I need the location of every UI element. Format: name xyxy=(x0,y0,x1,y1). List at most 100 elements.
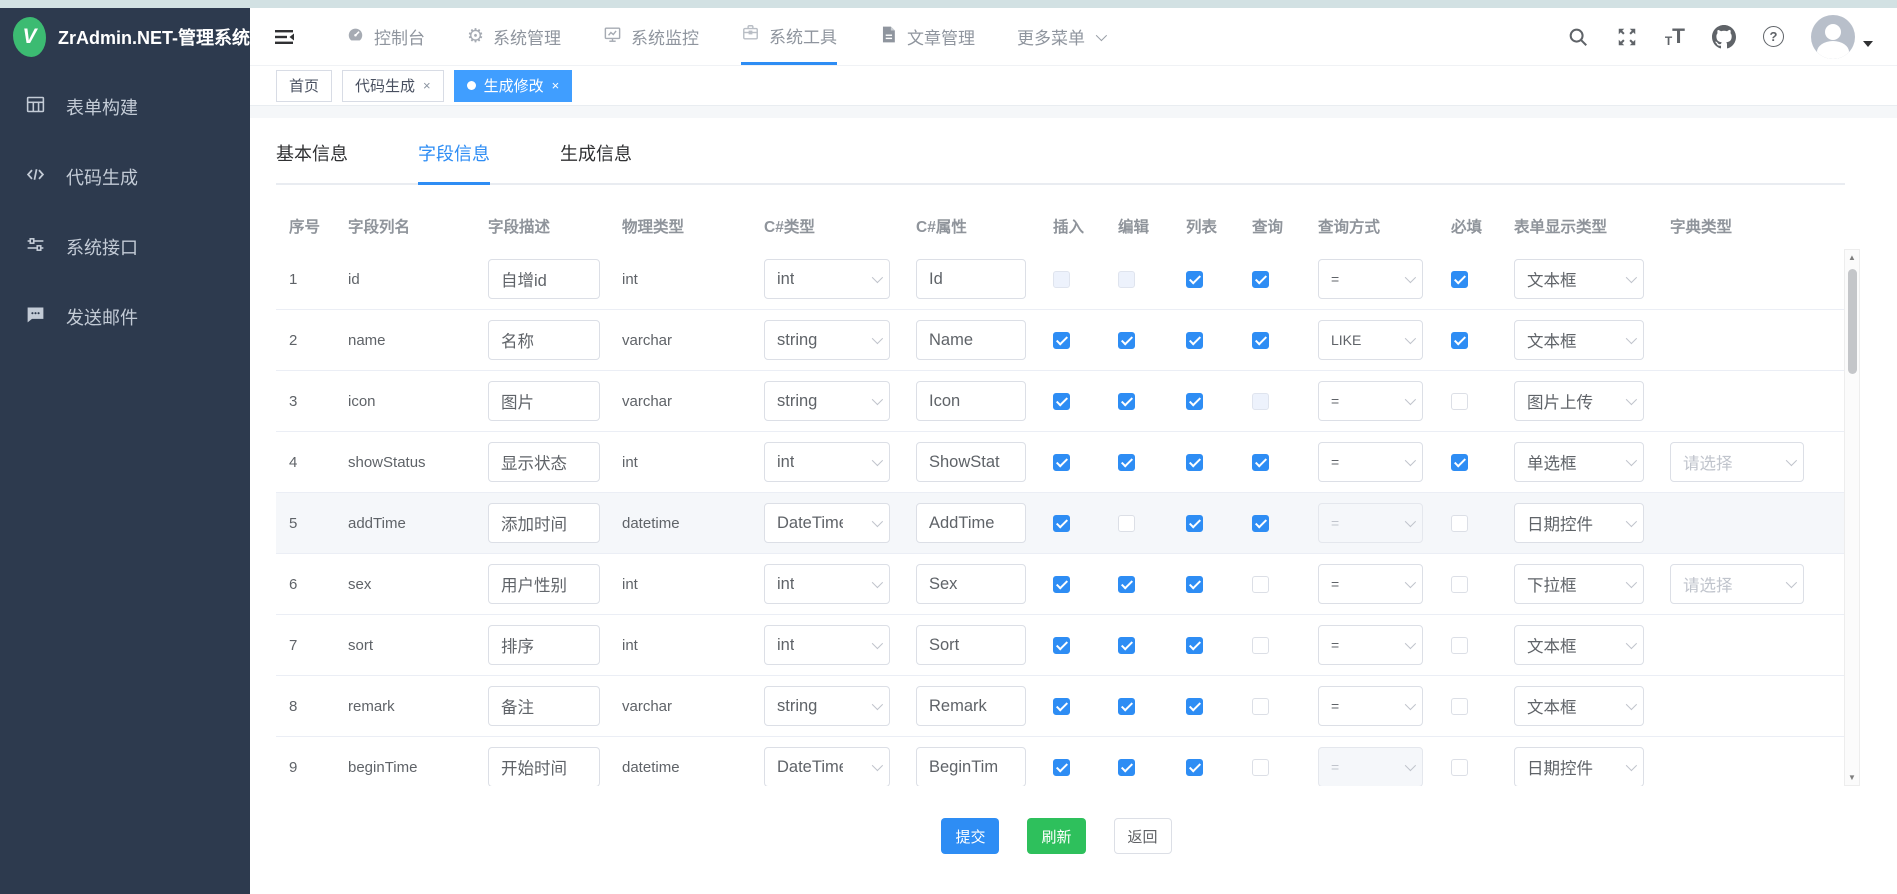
edit-checkbox[interactable] xyxy=(1118,271,1135,288)
desc-input[interactable]: 自增id xyxy=(488,259,600,299)
query-mode-select[interactable]: = xyxy=(1318,564,1423,604)
desc-input[interactable]: 用户性别 xyxy=(488,564,600,604)
sidebar-item-send-mail[interactable]: 发送邮件 xyxy=(0,282,250,352)
user-menu[interactable] xyxy=(1811,15,1873,59)
tab-field-info[interactable]: 字段信息 xyxy=(418,140,490,183)
tag-home[interactable]: 首页 xyxy=(276,70,332,102)
nav-item-system-monitor[interactable]: 系统监控 xyxy=(603,8,699,65)
cs-type-select[interactable]: DateTime xyxy=(764,503,890,543)
tag-generate-edit[interactable]: 生成修改 × xyxy=(454,70,573,102)
query-checkbox[interactable] xyxy=(1252,271,1269,288)
cs-prop-input[interactable]: Sort xyxy=(916,625,1026,665)
display-type-select[interactable]: 日期控件 xyxy=(1514,503,1644,543)
display-type-select[interactable]: 单选框 xyxy=(1514,442,1644,482)
query-checkbox[interactable] xyxy=(1252,515,1269,532)
list-checkbox[interactable] xyxy=(1186,637,1203,654)
nav-item-more-menu[interactable]: 更多菜单 xyxy=(1017,8,1104,65)
scroll-down-icon[interactable]: ▼ xyxy=(1848,773,1856,782)
query-checkbox[interactable] xyxy=(1252,576,1269,593)
edit-checkbox[interactable] xyxy=(1118,332,1135,349)
query-checkbox[interactable] xyxy=(1252,393,1269,410)
cs-prop-input[interactable]: Remark xyxy=(916,686,1026,726)
cs-type-select[interactable]: int xyxy=(764,625,890,665)
submit-button[interactable]: 提交 xyxy=(941,818,999,854)
sidebar-item-code-generate[interactable]: 代码生成 xyxy=(0,142,250,212)
fullscreen-icon[interactable] xyxy=(1616,26,1638,48)
insert-checkbox[interactable] xyxy=(1053,271,1070,288)
desc-input[interactable]: 开始时间 xyxy=(488,747,600,786)
insert-checkbox[interactable] xyxy=(1053,393,1070,410)
cs-type-select[interactable]: string xyxy=(764,320,890,360)
required-checkbox[interactable] xyxy=(1451,332,1468,349)
cs-prop-input[interactable]: BeginTim xyxy=(916,747,1026,786)
query-checkbox[interactable] xyxy=(1252,698,1269,715)
list-checkbox[interactable] xyxy=(1186,393,1203,410)
cs-prop-input[interactable]: Sex xyxy=(916,564,1026,604)
insert-checkbox[interactable] xyxy=(1053,332,1070,349)
sidebar-item-api[interactable]: 系统接口 xyxy=(0,212,250,282)
list-checkbox[interactable] xyxy=(1186,332,1203,349)
query-checkbox[interactable] xyxy=(1252,454,1269,471)
desc-input[interactable]: 名称 xyxy=(488,320,600,360)
display-type-select[interactable]: 日期控件 xyxy=(1514,747,1644,786)
edit-checkbox[interactable] xyxy=(1118,637,1135,654)
list-checkbox[interactable] xyxy=(1186,454,1203,471)
insert-checkbox[interactable] xyxy=(1053,759,1070,776)
edit-checkbox[interactable] xyxy=(1118,393,1135,410)
sidebar-item-form-builder[interactable]: 表单构建 xyxy=(0,72,250,142)
insert-checkbox[interactable] xyxy=(1053,515,1070,532)
dict-type-select[interactable]: 请选择 xyxy=(1670,442,1804,482)
insert-checkbox[interactable] xyxy=(1053,698,1070,715)
insert-checkbox[interactable] xyxy=(1053,637,1070,654)
query-checkbox[interactable] xyxy=(1252,637,1269,654)
query-mode-select[interactable]: = xyxy=(1318,686,1423,726)
query-mode-select[interactable]: = xyxy=(1318,503,1423,543)
nav-item-console[interactable]: 控制台 xyxy=(346,8,425,65)
required-checkbox[interactable] xyxy=(1451,271,1468,288)
tab-generate-info[interactable]: 生成信息 xyxy=(560,140,632,183)
required-checkbox[interactable] xyxy=(1451,454,1468,471)
scroll-up-icon[interactable]: ▲ xyxy=(1848,253,1856,262)
query-checkbox[interactable] xyxy=(1252,332,1269,349)
refresh-button[interactable]: 刷新 xyxy=(1027,818,1085,854)
query-mode-select[interactable]: LIKE xyxy=(1318,320,1423,360)
close-icon[interactable]: × xyxy=(552,78,560,93)
dict-type-select[interactable]: 请选择 xyxy=(1670,564,1804,604)
table-scrollbar[interactable]: ▲ ▼ xyxy=(1844,249,1860,786)
tag-code-generate[interactable]: 代码生成 × xyxy=(342,70,444,102)
desc-input[interactable]: 显示状态 xyxy=(488,442,600,482)
cs-type-select[interactable]: string xyxy=(764,686,890,726)
list-checkbox[interactable] xyxy=(1186,271,1203,288)
cs-prop-input[interactable]: ShowStat xyxy=(916,442,1026,482)
display-type-select[interactable]: 文本框 xyxy=(1514,259,1644,299)
display-type-select[interactable]: 图片上传 xyxy=(1514,381,1644,421)
required-checkbox[interactable] xyxy=(1451,759,1468,776)
cs-type-select[interactable]: int xyxy=(764,259,890,299)
desc-input[interactable]: 图片 xyxy=(488,381,600,421)
back-button[interactable]: 返回 xyxy=(1114,818,1172,854)
search-icon[interactable] xyxy=(1567,26,1589,48)
collapse-sidebar-icon[interactable] xyxy=(264,8,304,65)
desc-input[interactable]: 备注 xyxy=(488,686,600,726)
nav-item-article-admin[interactable]: 文章管理 xyxy=(879,8,975,65)
display-type-select[interactable]: 文本框 xyxy=(1514,320,1644,360)
cs-prop-input[interactable]: AddTime xyxy=(916,503,1026,543)
list-checkbox[interactable] xyxy=(1186,515,1203,532)
tab-basic-info[interactable]: 基本信息 xyxy=(276,140,348,183)
font-size-icon[interactable]: TT xyxy=(1665,26,1685,47)
cs-prop-input[interactable]: Name xyxy=(916,320,1026,360)
edit-checkbox[interactable] xyxy=(1118,576,1135,593)
query-mode-select[interactable]: = xyxy=(1318,259,1423,299)
edit-checkbox[interactable] xyxy=(1118,698,1135,715)
query-mode-select[interactable]: = xyxy=(1318,625,1423,665)
github-icon[interactable] xyxy=(1712,25,1736,49)
required-checkbox[interactable] xyxy=(1451,576,1468,593)
nav-item-system-tools[interactable]: 系统工具 xyxy=(741,8,837,65)
cs-type-select[interactable]: string xyxy=(764,381,890,421)
cs-prop-input[interactable]: Icon xyxy=(916,381,1026,421)
list-checkbox[interactable] xyxy=(1186,698,1203,715)
edit-checkbox[interactable] xyxy=(1118,759,1135,776)
cs-type-select[interactable]: DateTime xyxy=(764,747,890,786)
help-icon[interactable]: ? xyxy=(1763,26,1784,47)
query-mode-select[interactable]: = xyxy=(1318,747,1423,786)
